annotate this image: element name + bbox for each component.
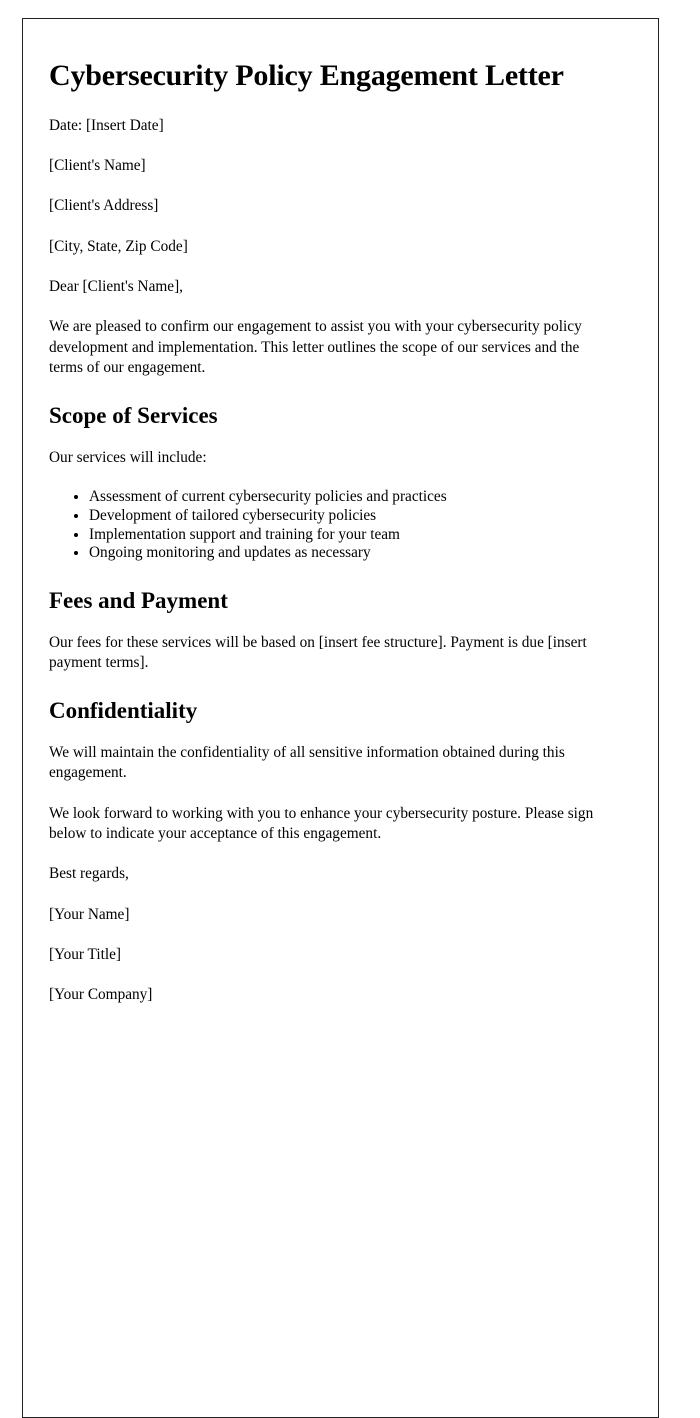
section-heading-confidentiality: Confidentiality <box>49 698 198 724</box>
list-item: Ongoing monitoring and updates as necess… <box>89 544 610 563</box>
signer-title: [Your Title] <box>49 945 121 963</box>
closing-paragraph: We look forward to working with you to e… <box>49 804 594 842</box>
signer-company: [Your Company] <box>49 986 153 1004</box>
recipient-city-state-zip: [City, State, Zip Code] <box>49 237 188 255</box>
intro-paragraph: We are pleased to confirm our engagement… <box>49 318 582 376</box>
salutation: Dear [Client's Name], <box>49 277 184 295</box>
confidentiality-paragraph: We will maintain the confidentiality of … <box>49 743 565 782</box>
list-item: Implementation support and training for … <box>89 526 610 545</box>
recipient-address: [Client's Address] <box>49 197 159 215</box>
date-line: Date: [Insert Date] <box>49 116 164 134</box>
section-heading-fees-and-payment: Fees and Payment <box>49 588 228 614</box>
services-list: Assessment of current cybersecurity poli… <box>49 488 610 563</box>
document-body: Cybersecurity Policy Engagement Letter D… <box>23 19 658 1006</box>
fees-paragraph: Our fees for these services will be base… <box>49 633 587 672</box>
page-title: Cybersecurity Policy Engagement Letter <box>49 59 564 92</box>
signer-name: [Your Name] <box>49 905 130 923</box>
section-heading-scope-of-services: Scope of Services <box>49 403 218 429</box>
valediction: Best regards, <box>49 865 129 883</box>
document-page: Cybersecurity Policy Engagement Letter D… <box>22 18 659 1418</box>
scope-lead-in: Our services will include: <box>49 448 207 466</box>
list-item: Development of tailored cybersecurity po… <box>89 507 610 526</box>
list-item: Assessment of current cybersecurity poli… <box>89 488 610 507</box>
recipient-name: [Client's Name] <box>49 156 146 174</box>
